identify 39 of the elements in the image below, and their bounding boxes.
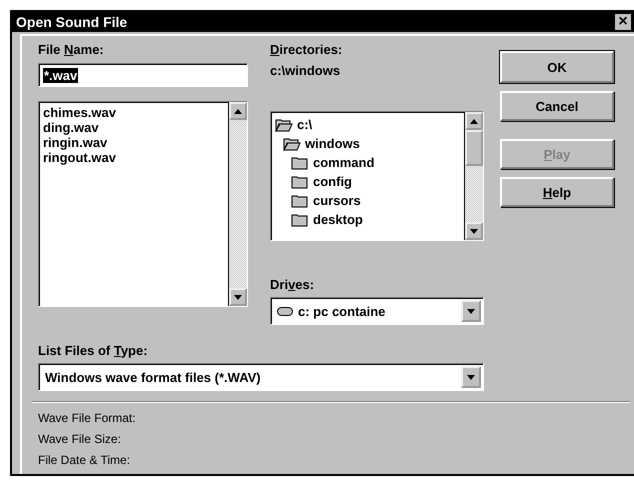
- dialog-button[interactable]: Help: [500, 177, 614, 207]
- dropdown-button[interactable]: [461, 300, 481, 322]
- file-item[interactable]: ding.wav: [43, 120, 99, 135]
- down-arrow-icon: [470, 228, 478, 234]
- close-button[interactable]: ×: [614, 13, 632, 31]
- down-arrow-icon: [234, 294, 242, 300]
- directory-tree[interactable]: c:\ windows command config cursors desktop: [270, 111, 484, 241]
- info-text: File Date & Time:: [38, 453, 130, 469]
- drive-icon: [277, 306, 293, 316]
- up-arrow-icon: [470, 118, 478, 124]
- file-item[interactable]: ringout.wav: [43, 150, 116, 165]
- file-type-label: List Files of Type:: [38, 343, 148, 360]
- down-arrow-icon: [467, 308, 475, 314]
- file-name-field[interactable]: *.wav: [38, 63, 248, 87]
- file-item[interactable]: chimes.wav: [43, 105, 116, 120]
- scrollbar[interactable]: [464, 112, 483, 240]
- down-arrow-icon: [467, 374, 475, 380]
- directory-item[interactable]: config: [275, 172, 352, 191]
- dropdown-button[interactable]: [461, 366, 481, 388]
- up-arrow-icon: [234, 108, 242, 114]
- directories-label: Directories:: [270, 42, 342, 59]
- dialog-button[interactable]: OK: [500, 51, 614, 83]
- directory-item[interactable]: windows: [275, 134, 360, 153]
- scrollbar[interactable]: [228, 102, 247, 306]
- directory-item[interactable]: cursors: [275, 191, 361, 210]
- directory-item[interactable]: c:\: [275, 115, 312, 134]
- file-name-label: File Name:: [38, 42, 104, 59]
- info-text: Wave File Size:: [38, 432, 121, 448]
- file-list[interactable]: chimes.wav ding.wav ringin.wav ringout.wav: [38, 101, 248, 307]
- drives-label: Drives:: [270, 277, 314, 294]
- window-title: Open Sound File: [15, 14, 128, 30]
- file-item[interactable]: ringin.wav: [43, 135, 108, 150]
- file-type-dropdown[interactable]: Windows wave format files (*.WAV): [38, 363, 484, 391]
- dialog-button[interactable]: Cancel: [500, 91, 614, 121]
- directory-item[interactable]: command: [275, 153, 374, 172]
- current-path: c:\windows: [270, 63, 340, 80]
- info-text: Wave File Format:: [38, 411, 136, 427]
- directory-item[interactable]: desktop: [275, 210, 363, 229]
- drives-dropdown[interactable]: c: pc containe: [270, 297, 484, 325]
